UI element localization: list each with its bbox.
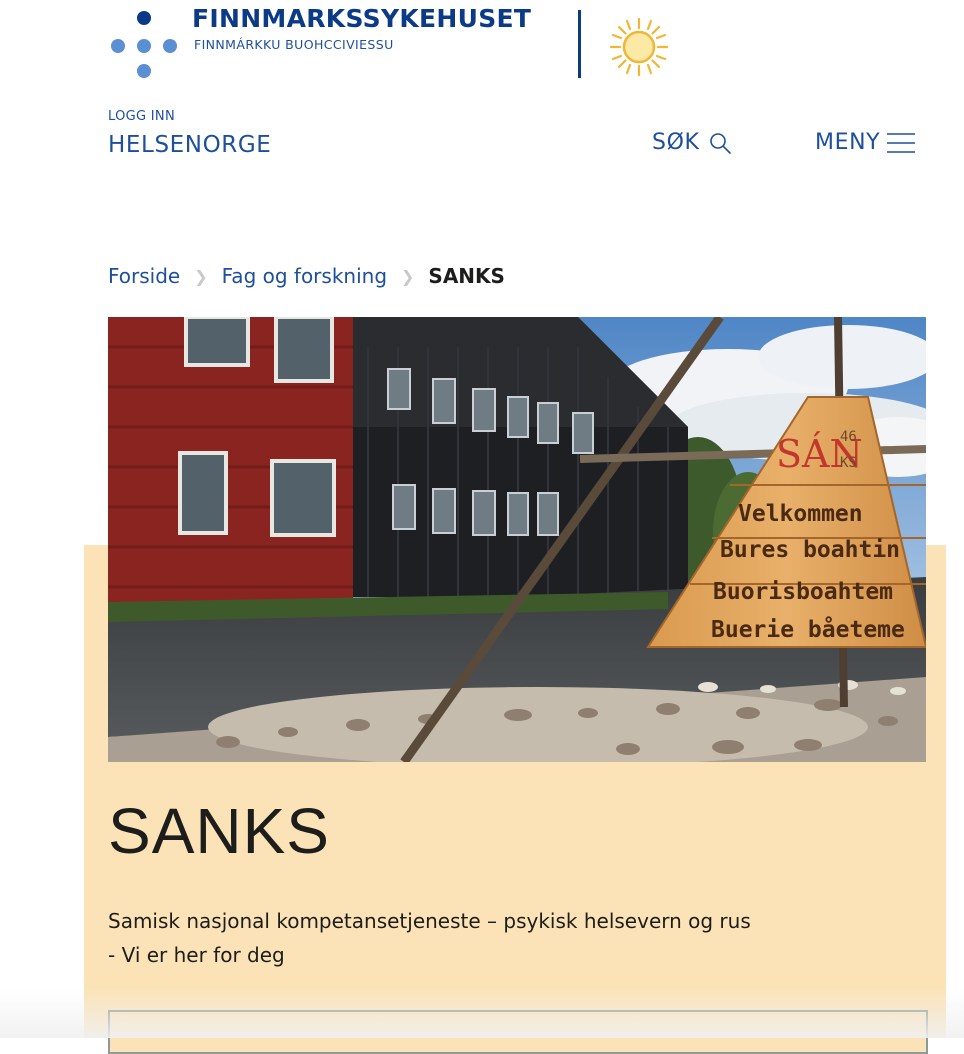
search-label: SØK [652,130,700,155]
page-description-line-2: - Vi er her for deg [108,943,285,967]
sign-logo-suffix-bottom: KS [840,455,857,471]
sign-line: Bures boahtin [720,537,900,563]
chevron-right-icon: ❯ [194,266,208,286]
hero-image: SÁN 46 KS Velkommen Bures boahtin Buoris… [108,317,926,762]
hero-photo: SÁN 46 KS Velkommen Bures boahtin Buoris… [108,317,926,762]
sign-line: Buorisboahtem [713,579,893,605]
search-button[interactable]: SØK [652,130,732,155]
sign-line: Velkommen [738,501,863,527]
breadcrumb-current: SANKS [428,264,505,288]
sign-logo-suffix-top: 46 [840,429,857,445]
content-box [108,1010,928,1054]
chevron-right-icon: ❯ [401,266,415,286]
page-title: SANKS [108,795,330,867]
page-description-line-1: Samisk nasjonal kompetansetjeneste – psy… [108,909,751,933]
org-subtitle[interactable]: FINNMÁRKKU BUOHCCIVIESSU [194,37,394,52]
helsenorge-login-link[interactable]: HELSENORGE [108,132,271,158]
sun-logo-icon [609,17,669,77]
search-icon [709,132,731,154]
hospital-logo-icon[interactable] [106,8,186,80]
page-description: Samisk nasjonal kompetansetjeneste – psy… [108,904,908,972]
menu-button[interactable]: MENY [815,130,916,155]
breadcrumb: Forside ❯ Fag og forskning ❯ SANKS [108,264,505,288]
hamburger-menu-icon [887,132,916,153]
logo-divider [578,10,581,78]
login-label[interactable]: LOGG INN [108,109,175,124]
breadcrumb-item-forside[interactable]: Forside [108,264,180,288]
sign-line: Buerie båeteme [711,616,905,643]
menu-label: MENY [815,130,881,155]
org-name[interactable]: FINNMARKSSYKEHUSET [192,4,531,33]
breadcrumb-item-fag-og-forskning[interactable]: Fag og forskning [222,264,387,288]
